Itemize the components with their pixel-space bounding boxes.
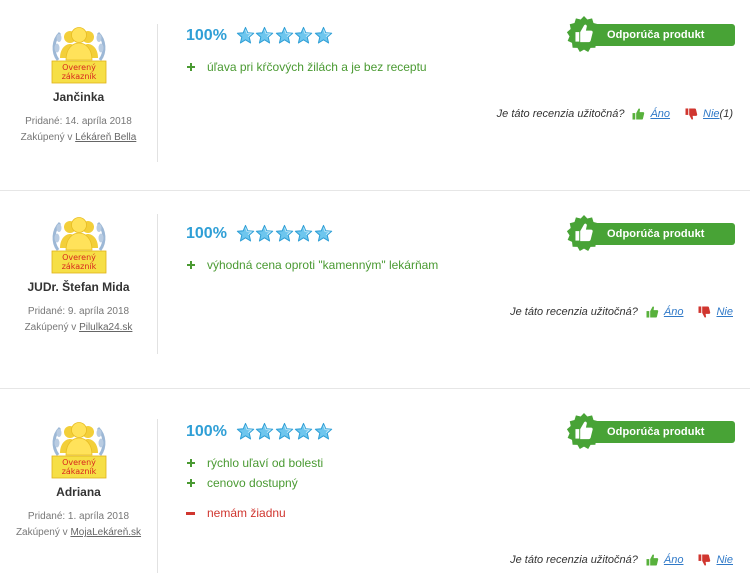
- vote-yes-link[interactable]: Áno: [664, 554, 684, 566]
- pro-item: úľava pri kŕčových žilách a je bez recep…: [186, 60, 427, 74]
- thumbs-up-icon[interactable]: [646, 554, 659, 566]
- badge-text-line2: zákazník: [61, 262, 96, 271]
- verified-customer-badge-icon: Overený zákazník: [48, 214, 110, 274]
- no-vote-count: (1): [719, 108, 733, 120]
- verified-customer-badge-icon: Overený zákazník: [48, 419, 110, 479]
- purchase-info: Zakúpený v MojaLekáreň.sk: [0, 525, 157, 541]
- pro-text: cenovo dostupný: [207, 476, 298, 490]
- pro-item: výhodná cena oproti "kamenným" lekárňam: [186, 258, 438, 272]
- badge-text-line2: zákazník: [61, 72, 96, 81]
- pro-text: úľava pri kŕčových žilách a je bez recep…: [207, 60, 427, 74]
- store-link[interactable]: MojaLekáreň.sk: [70, 527, 141, 538]
- con-item: nemám žiadnu: [186, 506, 286, 520]
- star-icon: [294, 26, 313, 45]
- rating-stars: [236, 422, 334, 441]
- vote-no-link[interactable]: Nie: [716, 554, 733, 566]
- review-date: Pridané: 1. apríla 2018: [27, 511, 130, 522]
- star-icon: [255, 422, 274, 441]
- review-card: Overený zákazník Jančinka Pridané: 14. a…: [0, 0, 750, 191]
- thumbs-down-icon[interactable]: [698, 306, 711, 318]
- pro-item: rýchlo uľaví od bolesti: [186, 456, 323, 470]
- recommends-product-badge: Odporúča produkt: [565, 214, 735, 252]
- plus-icon: [187, 479, 195, 487]
- badge-text-line1: Overený: [62, 253, 96, 262]
- helpful-vote: Je táto recenzia užitočná? Áno Nie (1): [497, 108, 733, 120]
- star-icon: [314, 422, 333, 441]
- thumbs-down-icon[interactable]: [685, 108, 698, 120]
- rating-stars: [236, 26, 334, 45]
- star-icon: [275, 26, 294, 45]
- helpful-question: Je táto recenzia užitočná?: [496, 108, 625, 120]
- purchase-prefix: Zakúpený v: [24, 322, 77, 333]
- recommends-product-label: Odporúča produkt: [583, 223, 735, 245]
- store-link[interactable]: Lékáreň Bella: [75, 132, 136, 143]
- verified-customer-badge-icon: Overený zákazník: [48, 24, 110, 84]
- con-text: nemám žiadnu: [207, 506, 286, 520]
- rating: 100%: [186, 422, 333, 441]
- vote-yes-link[interactable]: Áno: [650, 108, 670, 120]
- star-icon: [236, 422, 255, 441]
- star-icon: [294, 224, 313, 243]
- badge-text-line1: Overený: [62, 63, 96, 72]
- reviewer-panel: Overený zákazník JUDr. Štefan Mida Prida…: [0, 214, 158, 354]
- badge-text-line1: Overený: [62, 458, 96, 467]
- star-icon: [294, 422, 313, 441]
- reviewer-panel: Overený zákazník Jančinka Pridané: 14. a…: [0, 24, 158, 162]
- minus-icon: [186, 511, 195, 515]
- plus-icon: [187, 261, 195, 269]
- thumbs-up-seal-icon: [565, 412, 603, 450]
- thumbs-up-seal-icon: [565, 15, 603, 53]
- pro-text: rýchlo uľaví od bolesti: [207, 456, 324, 470]
- star-icon: [275, 224, 294, 243]
- reviewer-name: JUDr. Štefan Mida: [27, 280, 130, 294]
- recommends-product-label: Odporúča produkt: [583, 24, 735, 46]
- thumbs-up-icon[interactable]: [646, 306, 659, 318]
- review-card: Overený zákazník Adriana Pridané: 1. apr…: [0, 389, 750, 579]
- reviewer-name: Jančinka: [52, 90, 105, 104]
- star-icon: [255, 224, 274, 243]
- recommends-product-badge: Odporúča produkt: [565, 15, 735, 53]
- plus-icon: [187, 459, 195, 467]
- purchase-info: Zakúpený v Lékáreň Bella: [0, 130, 157, 146]
- star-icon: [314, 26, 333, 45]
- thumbs-down-icon[interactable]: [698, 554, 711, 566]
- store-link[interactable]: Pilulka24.sk: [79, 322, 132, 333]
- pro-text: výhodná cena oproti "kamenným" lekárňam: [207, 258, 439, 272]
- helpful-vote: Je táto recenzia užitočná? Áno Nie: [510, 554, 733, 566]
- star-icon: [236, 26, 255, 45]
- recommends-product-label: Odporúča produkt: [583, 421, 735, 443]
- vote-no-link[interactable]: Nie: [716, 306, 733, 318]
- rating: 100%: [186, 26, 333, 45]
- review-card: Overený zákazník JUDr. Štefan Mida Prida…: [0, 190, 750, 389]
- purchase-prefix: Zakúpený v: [15, 527, 68, 538]
- reviewer-panel: Overený zákazník Adriana Pridané: 1. apr…: [0, 419, 158, 573]
- rating-percent: 100%: [186, 422, 227, 440]
- thumbs-up-icon[interactable]: [632, 108, 645, 120]
- vote-no-link[interactable]: Nie: [703, 108, 720, 120]
- rating-percent: 100%: [186, 224, 227, 242]
- rating-stars: [236, 224, 334, 243]
- helpful-question: Je táto recenzia užitočná?: [510, 306, 638, 318]
- star-icon: [275, 422, 294, 441]
- rating: 100%: [186, 224, 333, 243]
- rating-percent: 100%: [186, 26, 227, 44]
- star-icon: [255, 26, 274, 45]
- reviewer-name: Adriana: [56, 485, 101, 499]
- helpful-vote: Je táto recenzia užitočná? Áno Nie: [510, 306, 733, 318]
- badge-text-line2: zákazník: [61, 467, 96, 476]
- purchase-info: Zakúpený v Pilulka24.sk: [0, 320, 157, 336]
- thumbs-up-seal-icon: [565, 214, 603, 252]
- helpful-question: Je táto recenzia užitočná?: [510, 554, 638, 566]
- pro-item: cenovo dostupný: [186, 476, 298, 490]
- purchase-prefix: Zakúpený v: [20, 132, 73, 143]
- vote-yes-link[interactable]: Áno: [664, 306, 684, 318]
- review-date: Pridané: 14. apríla 2018: [25, 116, 132, 127]
- recommends-product-badge: Odporúča produkt: [565, 412, 735, 450]
- star-icon: [236, 224, 255, 243]
- plus-icon: [187, 63, 195, 71]
- review-date: Pridané: 9. apríla 2018: [27, 306, 130, 317]
- star-icon: [314, 224, 333, 243]
